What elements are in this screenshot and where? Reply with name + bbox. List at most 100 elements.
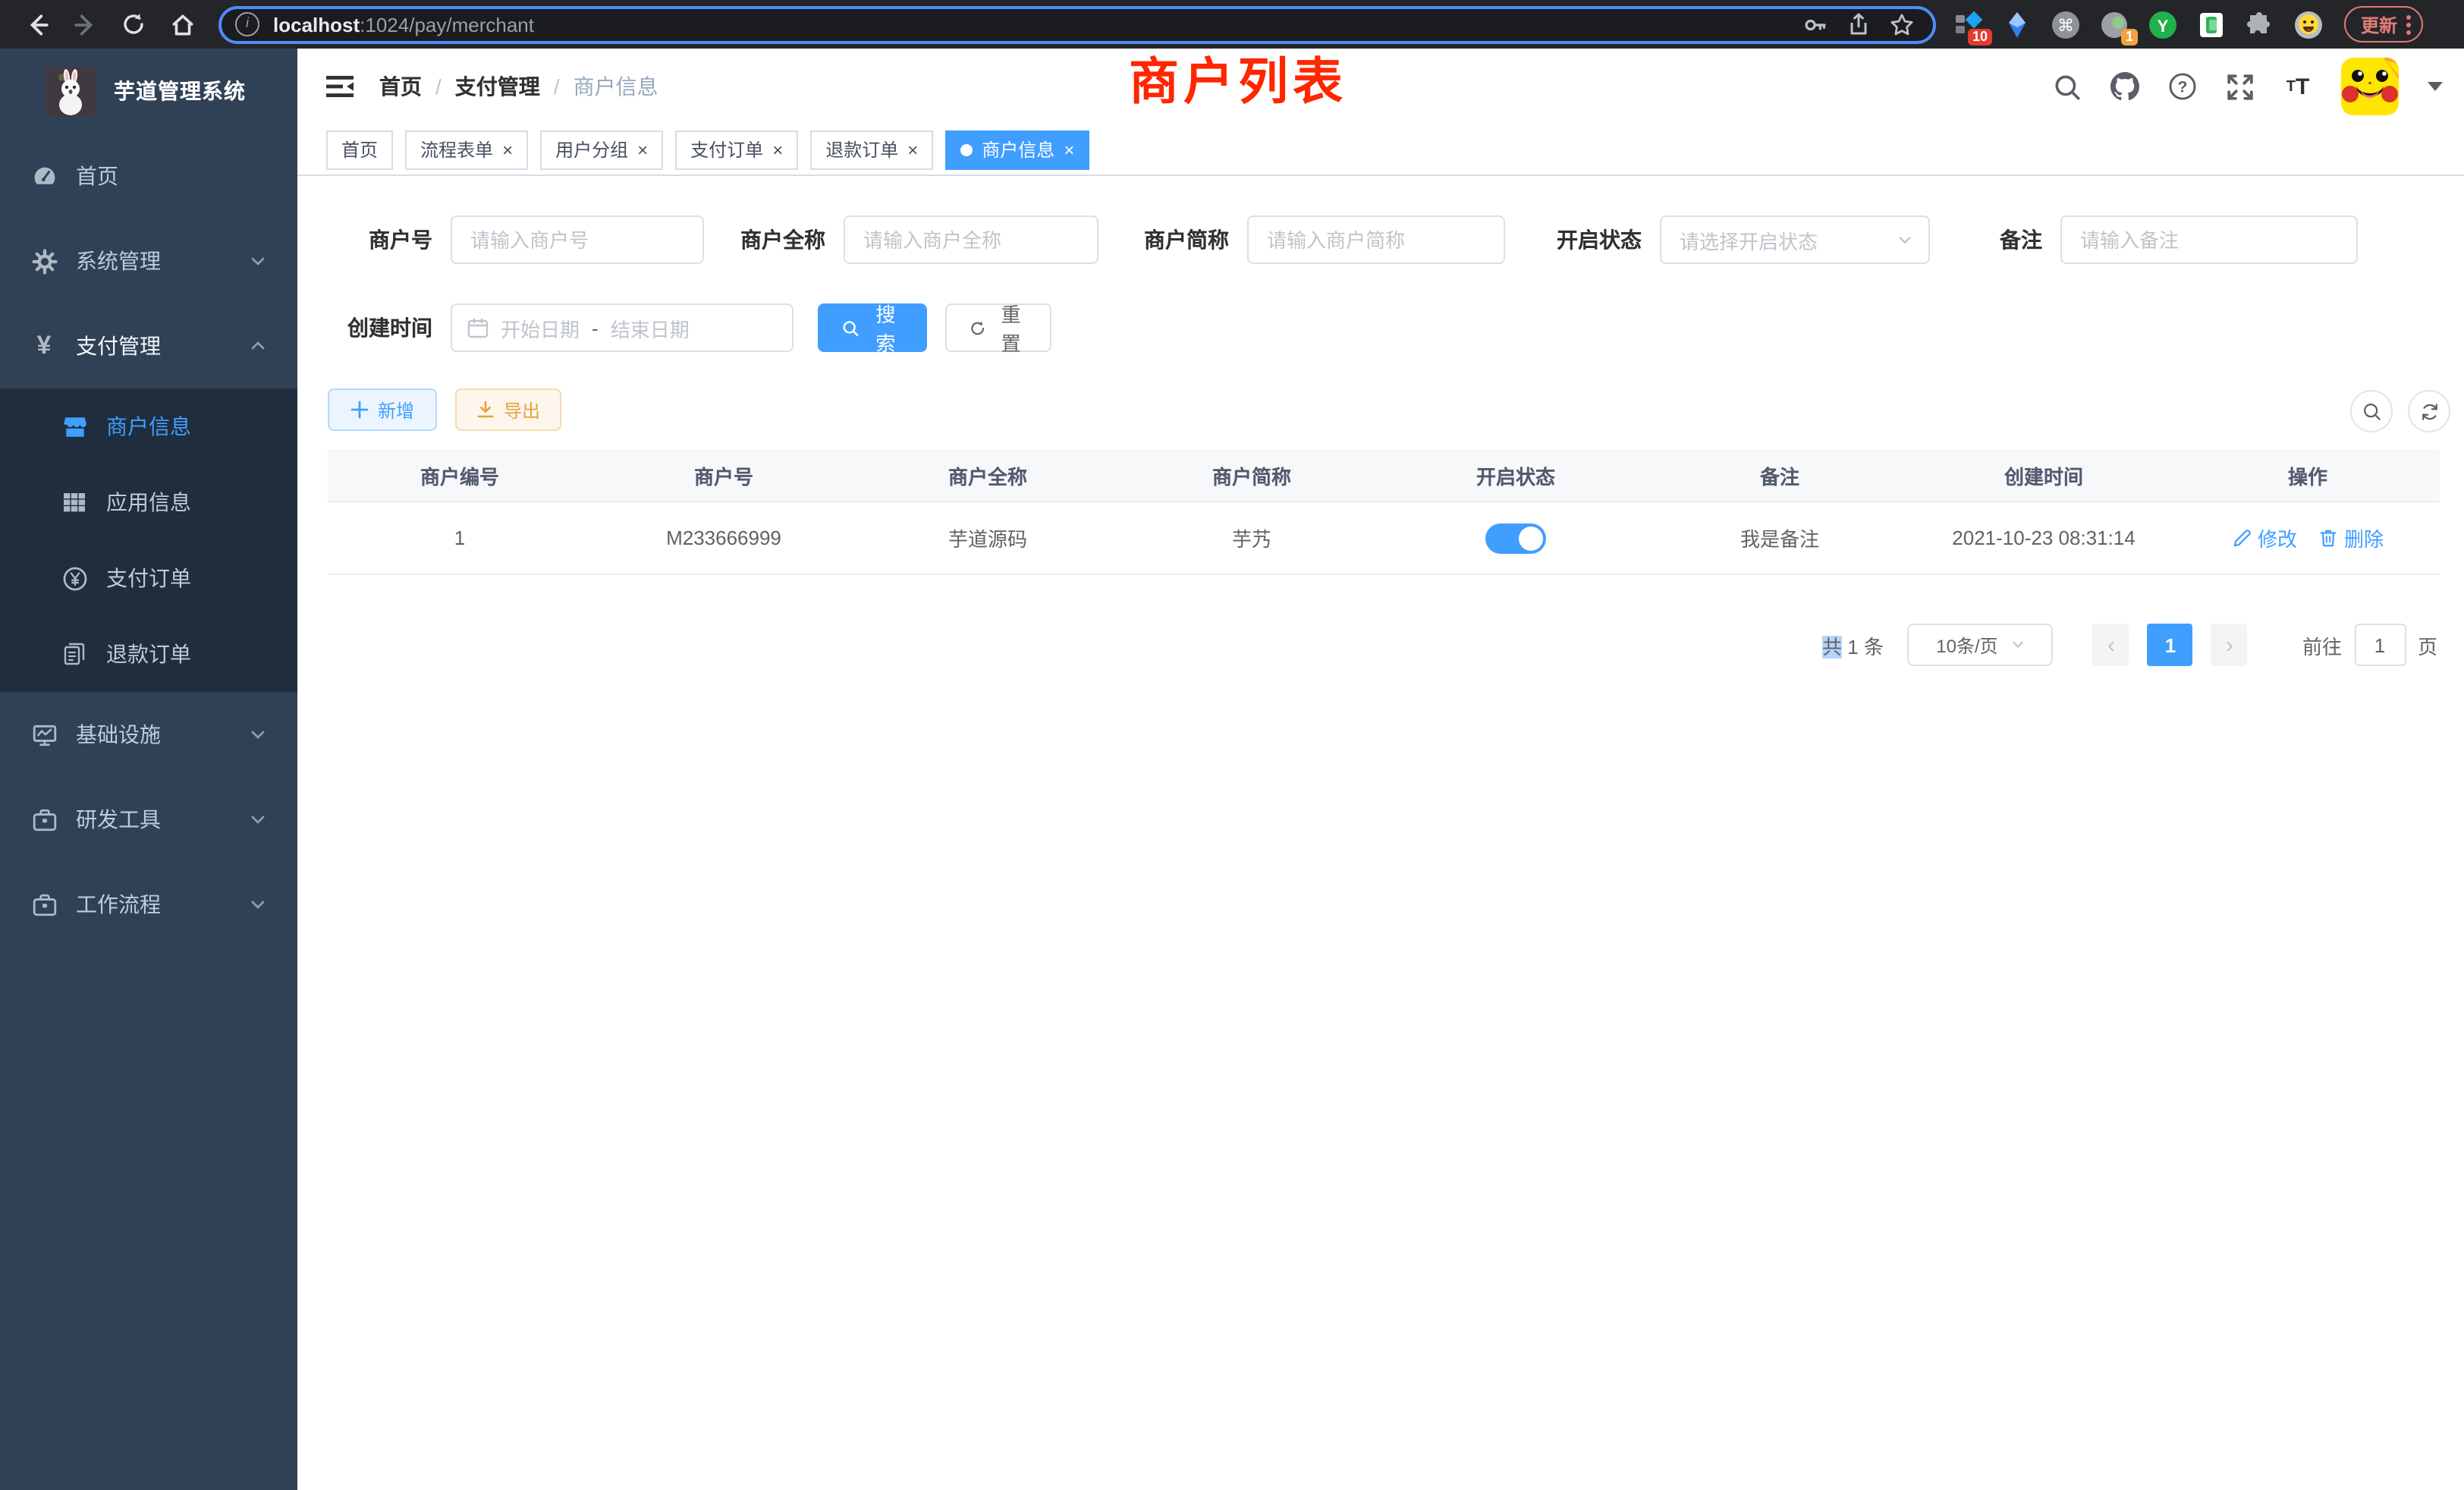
sidebar-collapse-icon[interactable] xyxy=(325,71,355,102)
gear-icon xyxy=(30,247,58,275)
add-button[interactable]: 新增 xyxy=(328,388,437,431)
sidebar-item-home[interactable]: 首页 xyxy=(0,134,297,218)
sidebar-item-infrastructure[interactable]: 基础设施 xyxy=(0,692,297,777)
tab-refund-order[interactable]: 退款订单× xyxy=(810,130,933,169)
home-icon[interactable] xyxy=(165,8,199,41)
shop-icon xyxy=(61,413,88,440)
font-size-icon[interactable]: TT xyxy=(2283,72,2312,101)
sidebar-item-label: 基础设施 xyxy=(76,719,161,750)
chevron-down-icon xyxy=(249,895,267,913)
close-icon[interactable]: × xyxy=(637,140,648,159)
avatar[interactable] xyxy=(2341,58,2399,115)
sidebar-item-refund-order[interactable]: 退款订单 xyxy=(0,616,297,692)
close-icon[interactable]: × xyxy=(772,140,783,159)
search-icon[interactable] xyxy=(2053,72,2082,101)
tab-home[interactable]: 首页 xyxy=(326,130,393,169)
merchant-no-label: 商户号 xyxy=(328,225,432,255)
close-icon[interactable]: × xyxy=(1064,140,1074,159)
extension-y-icon[interactable]: Y xyxy=(2148,10,2177,39)
site-info-icon[interactable]: i xyxy=(235,12,259,36)
extension-blocks-icon[interactable]: 10 xyxy=(1954,10,1983,39)
sidebar: 芋道管理系统 首页 系统管理 ¥ 支付管理 xyxy=(0,49,297,1490)
search-button[interactable]: 搜索 xyxy=(818,303,927,352)
sidebar-item-app-info[interactable]: 应用信息 xyxy=(0,464,297,540)
share-icon[interactable] xyxy=(1846,12,1871,36)
status-select[interactable]: 请选择开启状态 xyxy=(1660,215,1930,264)
sidebar-item-payment[interactable]: ¥ 支付管理 xyxy=(0,303,297,388)
bookmark-star-icon[interactable] xyxy=(1889,11,1915,37)
end-date-placeholder: 结束日期 xyxy=(611,313,690,342)
full-name-input[interactable] xyxy=(844,215,1098,264)
delete-link[interactable]: 删除 xyxy=(2318,523,2384,552)
tab-process-form[interactable]: 流程表单× xyxy=(405,130,528,169)
extension-kite-icon[interactable] xyxy=(2003,10,2032,39)
goto-page-input[interactable] xyxy=(2354,624,2406,666)
cell-short-name: 芋艿 xyxy=(1120,523,1384,552)
tab-user-group[interactable]: 用户分组× xyxy=(540,130,663,169)
update-label: 更新 xyxy=(2361,11,2397,37)
sidebar-logo[interactable]: 芋道管理系统 xyxy=(0,49,297,134)
sidebar-item-pay-order[interactable]: 支付订单 xyxy=(0,540,297,616)
active-dot xyxy=(960,143,973,156)
avatar-caret-icon[interactable] xyxy=(2428,82,2443,91)
hide-search-button[interactable] xyxy=(2350,390,2393,432)
breadcrumb-home[interactable]: 首页 xyxy=(379,71,422,102)
close-icon[interactable]: × xyxy=(502,140,513,159)
url-text[interactable]: localhost:1024/pay/merchant xyxy=(273,13,534,36)
sidebar-item-dev-tools[interactable]: 研发工具 xyxy=(0,777,297,862)
profile-emoji-icon[interactable] xyxy=(2294,10,2323,39)
browser-update-button[interactable]: 更新 xyxy=(2344,6,2423,42)
reset-button[interactable]: 重置 xyxy=(945,303,1051,352)
col-actions: 操作 xyxy=(2176,461,2440,489)
navbar: 首页 / 支付管理 / 商户信息 ? TT xyxy=(297,49,2464,124)
github-icon[interactable] xyxy=(2110,72,2139,101)
tab-merchant-info[interactable]: 商户信息× xyxy=(945,130,1089,169)
tab-pay-order[interactable]: 支付订单 × xyxy=(675,130,798,169)
status-toggle[interactable] xyxy=(1485,523,1546,553)
refresh-button[interactable] xyxy=(2408,390,2450,432)
grid-icon xyxy=(61,489,88,516)
help-icon[interactable]: ? xyxy=(2168,72,2197,101)
short-name-input[interactable] xyxy=(1247,215,1505,264)
next-page-button[interactable]: › xyxy=(2211,624,2248,666)
key-icon[interactable] xyxy=(1802,11,1828,37)
add-button-label: 新增 xyxy=(378,397,414,423)
breadcrumb-payment[interactable]: 支付管理 xyxy=(455,71,540,102)
prev-page-button[interactable]: ‹ xyxy=(2093,624,2129,666)
sidebar-item-workflow[interactable]: 工作流程 xyxy=(0,862,297,947)
breadcrumb: 首页 / 支付管理 / 商户信息 xyxy=(379,71,658,102)
cell-merchant-id: 1 xyxy=(328,527,592,549)
date-range-separator: - xyxy=(592,316,599,339)
edit-link[interactable]: 修改 xyxy=(2232,523,2297,552)
tab-label: 支付订单 xyxy=(690,137,763,162)
remark-input[interactable] xyxy=(2060,215,2358,264)
screen: i localhost:1024/pay/merchant 10 ⌘ 1 xyxy=(0,0,2464,1490)
extension-badge-2: 1 xyxy=(2121,28,2138,45)
cell-remark: 我是备注 xyxy=(1648,523,1912,552)
extension-doc-icon[interactable] xyxy=(2197,10,2226,39)
merchant-no-input[interactable] xyxy=(451,215,704,264)
page-size-select[interactable]: 10条/页 xyxy=(1908,624,2054,666)
extension-command-icon[interactable]: ⌘ xyxy=(2051,10,2080,39)
app-title: 芋道管理系统 xyxy=(114,76,246,106)
page-1-button[interactable]: 1 xyxy=(2148,624,2193,666)
extensions-puzzle-icon[interactable] xyxy=(2246,10,2274,39)
payment-submenu: 商户信息 应用信息 支付订单 xyxy=(0,388,297,692)
sidebar-item-merchant-info[interactable]: 商户信息 xyxy=(0,388,297,464)
sidebar-item-system[interactable]: 系统管理 xyxy=(0,218,297,303)
export-button[interactable]: 导出 xyxy=(455,388,561,431)
sidebar-item-label: 支付管理 xyxy=(76,331,161,361)
fullscreen-icon[interactable] xyxy=(2226,72,2255,101)
extension-status-icon[interactable]: 1 xyxy=(2100,10,2129,39)
browser-menu-icon[interactable] xyxy=(2406,14,2411,34)
toggle-knob xyxy=(1519,526,1543,550)
forward-icon[interactable] xyxy=(68,8,102,41)
back-icon[interactable] xyxy=(20,8,53,41)
chevron-down-icon xyxy=(2010,637,2026,652)
address-bar[interactable]: i localhost:1024/pay/merchant xyxy=(218,5,1936,43)
close-icon[interactable]: × xyxy=(907,140,918,159)
extension-badge: 10 xyxy=(1968,28,1992,45)
total-rest: 1 条 xyxy=(1847,635,1884,658)
create-time-range-picker[interactable]: 开始日期 - 结束日期 xyxy=(451,303,794,352)
reload-icon[interactable] xyxy=(117,8,150,41)
